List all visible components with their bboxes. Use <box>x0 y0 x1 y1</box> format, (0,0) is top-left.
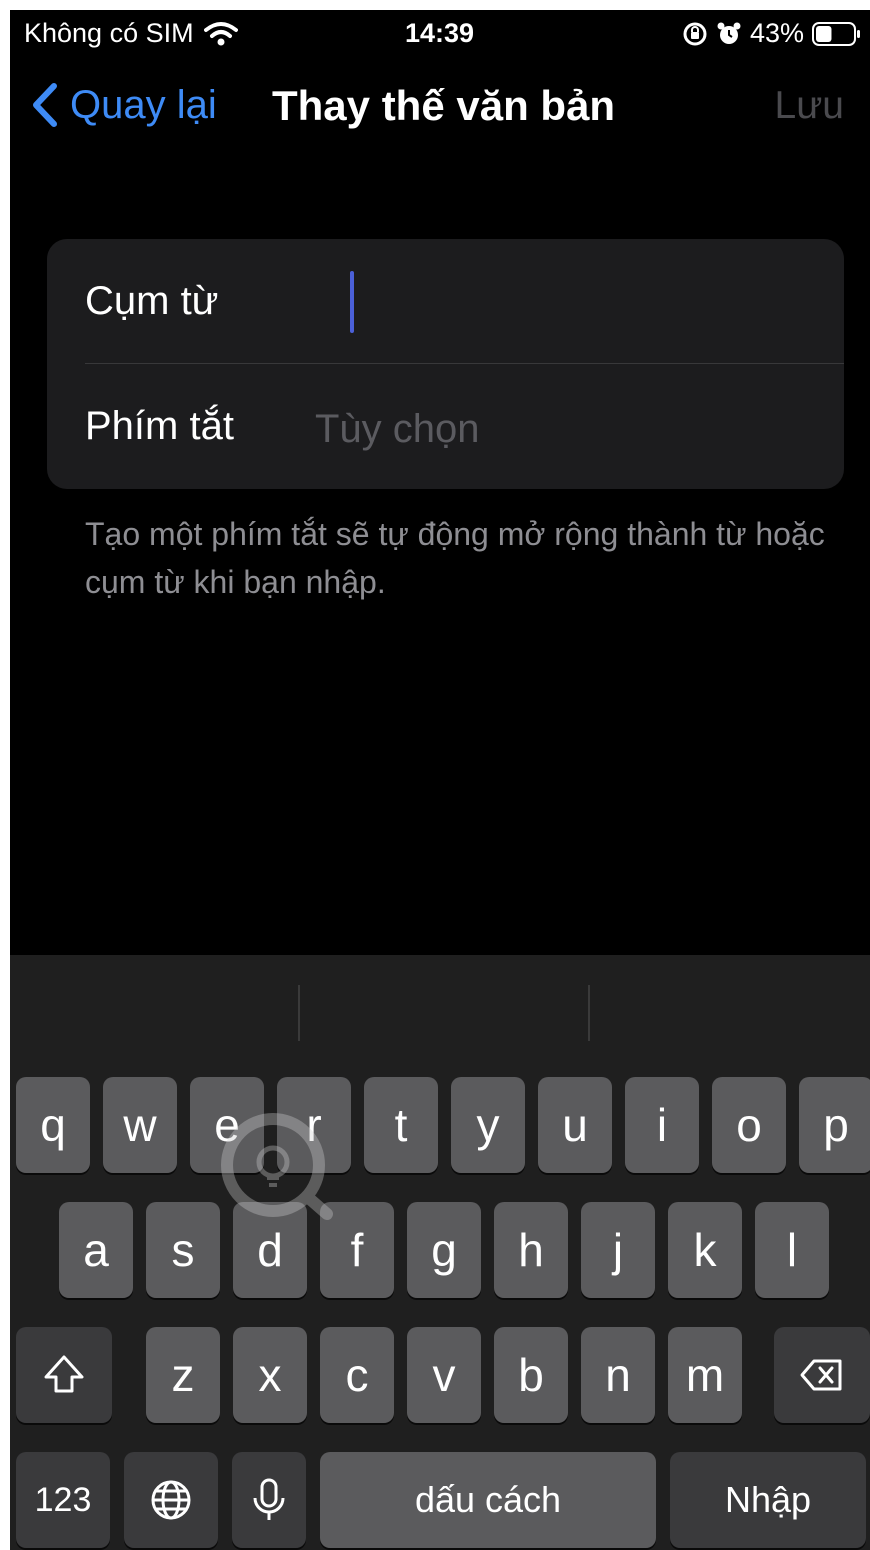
shortcut-input[interactable] <box>315 394 815 464</box>
space-bar[interactable]: dấu cách <box>320 1452 656 1548</box>
status-indicators: 43% <box>682 18 862 49</box>
phrase-row: Cụm từ <box>47 239 844 364</box>
phrase-input[interactable] <box>315 267 815 337</box>
key-x[interactable]: x <box>233 1327 307 1423</box>
status-time: 14:39 <box>405 18 475 48</box>
delete-icon <box>800 1359 842 1391</box>
key-y[interactable]: y <box>451 1077 525 1173</box>
key-o[interactable]: o <box>712 1077 786 1173</box>
key-e[interactable]: e <box>190 1077 264 1173</box>
key-b[interactable]: b <box>494 1327 568 1423</box>
key-q[interactable]: q <box>16 1077 90 1173</box>
key-g[interactable]: g <box>407 1202 481 1298</box>
phrase-label: Cụm từ <box>85 279 219 323</box>
shift-icon <box>44 1355 84 1393</box>
back-label: Quay lại <box>70 82 217 127</box>
footer-description: Tạo một phím tắt sẽ tự động mở rộng thàn… <box>85 516 825 600</box>
alarm-icon <box>717 22 741 44</box>
back-chevron-icon <box>33 83 57 127</box>
key-f[interactable]: f <box>320 1202 394 1298</box>
delete-key[interactable] <box>774 1327 870 1423</box>
numbers-key[interactable]: 123 <box>16 1452 110 1548</box>
key-d[interactable]: d <box>233 1202 307 1298</box>
page-title: Thay thế văn bản <box>272 82 616 129</box>
shift-key[interactable] <box>16 1327 112 1423</box>
text-cursor <box>350 271 354 333</box>
key-r[interactable]: r <box>277 1077 351 1173</box>
globe-icon <box>151 1480 191 1520</box>
prediction-divider <box>298 985 300 1041</box>
key-i[interactable]: i <box>625 1077 699 1173</box>
prediction-divider <box>588 985 590 1041</box>
dictation-key[interactable] <box>232 1452 306 1548</box>
shortcut-label: Phím tắt <box>85 404 234 448</box>
key-j[interactable]: j <box>581 1202 655 1298</box>
key-s[interactable]: s <box>146 1202 220 1298</box>
key-w[interactable]: w <box>103 1077 177 1173</box>
battery-icon <box>812 21 860 46</box>
text-replacement-form: Cụm từ Phím tắt <box>47 239 844 489</box>
battery-percent: 43% <box>749 18 804 48</box>
return-key[interactable]: Nhập <box>670 1452 866 1548</box>
key-c[interactable]: c <box>320 1327 394 1423</box>
key-u[interactable]: u <box>538 1077 612 1173</box>
navigation-bar: Quay lại Thay thế văn bản Lưu <box>10 70 870 140</box>
key-t[interactable]: t <box>364 1077 438 1173</box>
key-v[interactable]: v <box>407 1327 481 1423</box>
back-button[interactable]: Quay lại <box>30 80 217 130</box>
key-h[interactable]: h <box>494 1202 568 1298</box>
key-p[interactable]: p <box>799 1077 870 1173</box>
key-a[interactable]: a <box>59 1202 133 1298</box>
key-z[interactable]: z <box>146 1327 220 1423</box>
rotation-lock-icon <box>683 22 707 45</box>
globe-key[interactable] <box>124 1452 218 1548</box>
phone-screen: Không có SIM 14:39 43% Quay lại Thay thế… <box>10 10 870 1550</box>
carrier-info: Không có SIM <box>24 18 238 49</box>
keyboard: qwertyuiop asdfghjkl zxcvbnm 123 dấu các… <box>10 955 870 1550</box>
microphone-icon <box>253 1478 285 1520</box>
key-n[interactable]: n <box>581 1327 655 1423</box>
shortcut-row: Phím tắt <box>47 364 844 489</box>
key-l[interactable]: l <box>755 1202 829 1298</box>
save-button[interactable]: Lưu <box>775 84 845 128</box>
status-bar: Không có SIM 14:39 43% <box>10 10 870 60</box>
carrier-label: Không có SIM <box>24 18 194 48</box>
wifi-icon <box>203 21 238 45</box>
key-k[interactable]: k <box>668 1202 742 1298</box>
key-m[interactable]: m <box>668 1327 742 1423</box>
